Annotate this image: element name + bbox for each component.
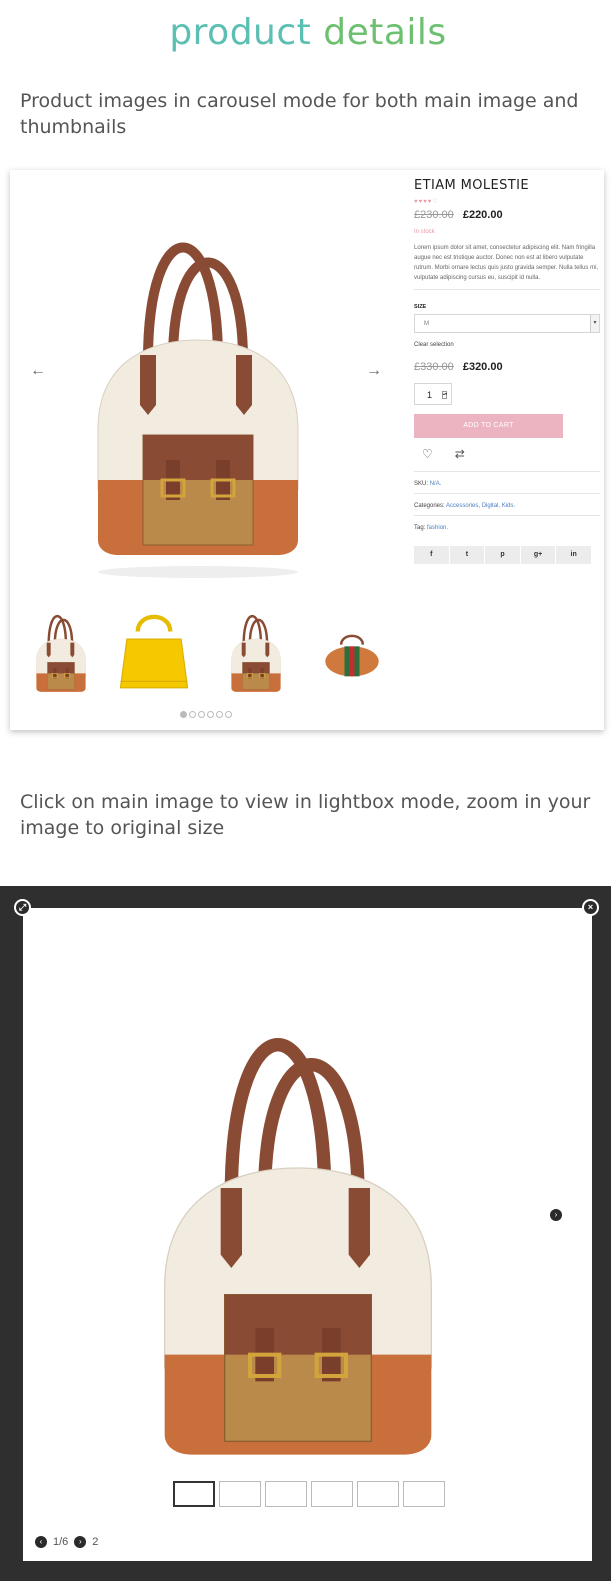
wishlist-heart-icon[interactable]: ♡ bbox=[422, 447, 433, 463]
carousel-dots bbox=[180, 711, 232, 718]
page-title: product details bbox=[0, 12, 616, 53]
lightbox-next-icon[interactable]: › bbox=[550, 1209, 562, 1221]
spinner-icon[interactable]: ▴▾ bbox=[442, 391, 447, 399]
product-info: ETIAM MOLESTIE ♥♥♥♥♡ £230.00 £220.00 In … bbox=[414, 176, 602, 564]
twitter-icon[interactable]: t bbox=[449, 546, 486, 564]
clear-selection-link[interactable]: Clear selection bbox=[414, 342, 602, 348]
main-product-image[interactable] bbox=[78, 190, 318, 580]
lightbox-thumbnail-strip bbox=[173, 1481, 445, 1507]
carousel-dot[interactable] bbox=[225, 711, 232, 718]
thumbnail-bag-red[interactable] bbox=[316, 628, 388, 678]
title-word-details: details bbox=[323, 12, 447, 53]
expand-icon[interactable]: ⤢ bbox=[14, 899, 31, 916]
lightbox-next-count: 2 bbox=[92, 1536, 99, 1548]
facebook-icon[interactable]: f bbox=[414, 546, 450, 564]
lightbox-overlay: › ‹ 1/6 › 2 ⤢ × bbox=[0, 886, 611, 1581]
lightbox-thumb[interactable] bbox=[265, 1481, 307, 1507]
sku-label: SKU: bbox=[414, 481, 429, 487]
lightbox-next-small-icon[interactable]: › bbox=[74, 1536, 87, 1548]
variant-price-row: £330.00 £320.00 bbox=[414, 361, 602, 373]
lightbox-counter-text: 1/6 bbox=[53, 1536, 69, 1548]
tag-label: Tag: bbox=[414, 525, 426, 531]
product-description: Lorem ipsum dolor sit amet, consectetur … bbox=[414, 243, 600, 290]
carousel-prev-arrow-icon[interactable]: ← bbox=[30, 362, 46, 380]
carousel-dot[interactable] bbox=[198, 711, 205, 718]
sku-value: N/A. bbox=[429, 481, 442, 487]
carousel-dot[interactable] bbox=[207, 711, 214, 718]
google-plus-icon[interactable]: g+ bbox=[520, 546, 557, 564]
size-selected-value: M bbox=[424, 321, 429, 327]
variant-old-price: £330.00 bbox=[414, 361, 454, 373]
carousel-dot[interactable] bbox=[216, 711, 223, 718]
carousel-dot[interactable] bbox=[180, 711, 187, 718]
share-buttons: f t p g+ in bbox=[414, 546, 592, 564]
close-icon[interactable]: × bbox=[582, 899, 599, 916]
caption-lightbox: Click on main image to view in lightbox … bbox=[20, 791, 591, 839]
current-price: £220.00 bbox=[462, 209, 503, 221]
carousel-dot[interactable] bbox=[189, 711, 196, 718]
categories-row: Categories: Accessories, Digital, Kids. bbox=[414, 493, 600, 515]
add-to-cart-button[interactable]: ADD TO CART bbox=[414, 414, 563, 438]
price-row: £230.00 £220.00 bbox=[414, 209, 602, 221]
sku-row: SKU: N/A. bbox=[414, 471, 600, 493]
lightbox-thumb[interactable] bbox=[173, 1481, 215, 1507]
categories-links[interactable]: Accessories, Digital, Kids. bbox=[446, 503, 515, 509]
size-select[interactable]: M ▾ bbox=[414, 314, 600, 333]
thumbnail-bag-cream-2[interactable] bbox=[221, 602, 291, 698]
lightbox-prev-icon[interactable]: ‹ bbox=[35, 1536, 47, 1548]
compare-shuffle-icon[interactable]: ⇄ bbox=[455, 447, 465, 463]
carousel-next-arrow-icon[interactable]: → bbox=[366, 362, 382, 380]
lightbox-thumb[interactable] bbox=[219, 1481, 261, 1507]
product-card: ← → ETIAM MOLESTIE ♥♥♥♥♡ £230.00 £220.00… bbox=[10, 170, 604, 730]
lightbox-thumb[interactable] bbox=[357, 1481, 399, 1507]
linkedin-icon[interactable]: in bbox=[556, 546, 592, 564]
lightbox-thumb[interactable] bbox=[403, 1481, 445, 1507]
tag-row: Tag: fashion. bbox=[414, 515, 600, 537]
quantity-value: 1 bbox=[427, 390, 433, 400]
thumbnail-carousel bbox=[26, 602, 396, 702]
thumbnail-bag-yellow[interactable] bbox=[114, 612, 194, 690]
tag-link[interactable]: fashion. bbox=[427, 525, 448, 531]
old-price: £230.00 bbox=[414, 209, 454, 221]
rating-stars-icon: ♥♥♥♥♡ bbox=[414, 199, 439, 205]
lightbox-counter: ‹ 1/6 › 2 bbox=[35, 1536, 98, 1548]
product-title: ETIAM MOLESTIE bbox=[414, 178, 529, 193]
caption-carousel: Product images in carousel mode for both… bbox=[20, 90, 579, 138]
lightbox-panel: › ‹ 1/6 › 2 bbox=[23, 908, 592, 1561]
title-word-product: product bbox=[169, 12, 312, 53]
categories-label: Categories: bbox=[414, 503, 445, 509]
variant-price: £320.00 bbox=[462, 361, 503, 373]
stock-status: In stock bbox=[414, 229, 435, 235]
thumbnail-bag-cream[interactable] bbox=[26, 602, 96, 698]
lightbox-image[interactable] bbox=[133, 968, 463, 1488]
chevron-down-icon[interactable]: ▾ bbox=[590, 315, 599, 332]
quantity-stepper[interactable]: 1 ▴▾ bbox=[414, 383, 452, 405]
lightbox-thumb[interactable] bbox=[311, 1481, 353, 1507]
size-label: SIZE bbox=[414, 304, 427, 310]
product-actions: ♡ ⇄ bbox=[414, 447, 602, 463]
pinterest-icon[interactable]: p bbox=[485, 546, 521, 564]
